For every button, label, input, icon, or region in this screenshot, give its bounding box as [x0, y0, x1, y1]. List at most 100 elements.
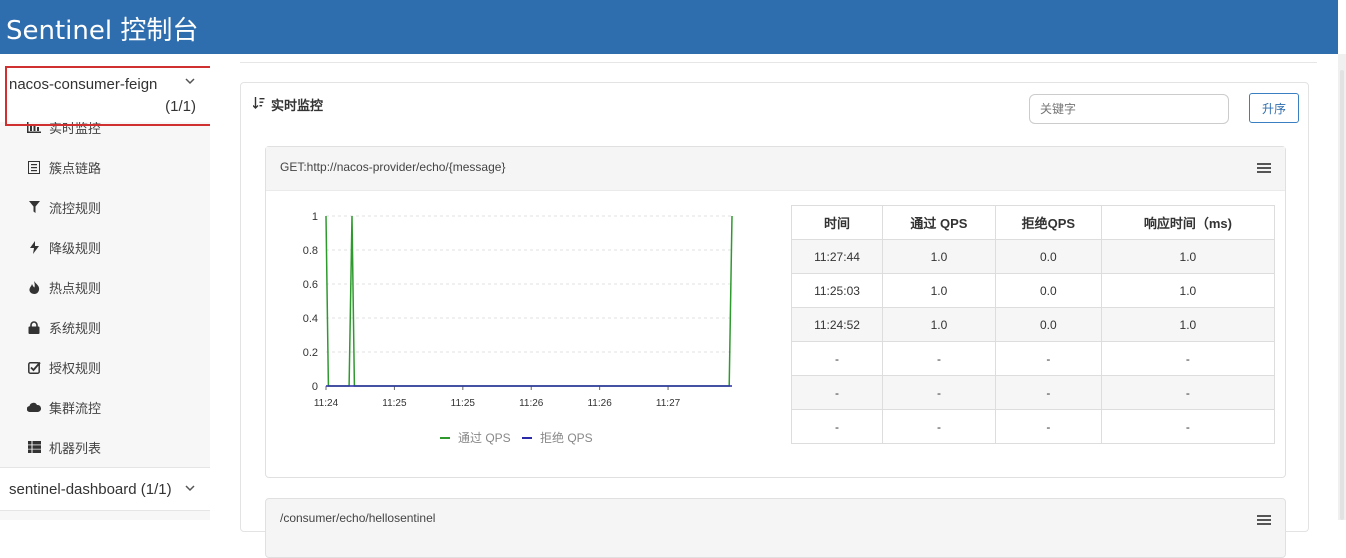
chart-svg: 0 0.2 0.4 0.6 0.8 1 11:24 11:25 11:25 11:26 11:26 1…: [303, 211, 733, 445]
sidebar-item-label: 系统规则: [49, 320, 102, 336]
flash-icon: [26, 239, 42, 255]
sidebar: 实时监控 簇点链路 流控规则 降级规则 热点规则 系统规则 授权规则 集群流控 …: [0, 54, 235, 520]
th-list-icon: [26, 439, 42, 455]
x-tick-label: 11:26: [587, 398, 612, 409]
table-row: 11:24:52 1.0 0.0 1.0: [790, 307, 1276, 342]
legend-label: 通过 QPS: [458, 431, 511, 445]
table-cell: 0.0: [994, 307, 1102, 342]
x-tick-label: 11:26: [519, 398, 544, 409]
sidebar-item-cluster-point-link[interactable]: 簇点链路: [0, 147, 210, 187]
sidebar-item-machine-list[interactable]: 机器列表: [0, 427, 210, 467]
x-tick-label: 11:25: [382, 398, 407, 409]
selection-highlight-box: [5, 66, 235, 126]
table-cell: 11:24:52: [790, 307, 884, 342]
sidebar-item-label: 授权规则: [49, 360, 102, 376]
table-cell: -: [1100, 409, 1276, 444]
table-cell: -: [790, 409, 884, 444]
sidebar-item-label: 集群流控: [49, 400, 102, 416]
keyword-search-input[interactable]: [1029, 94, 1229, 124]
panel-title-text: 实时监控: [271, 98, 324, 113]
panel-title: 实时监控: [252, 95, 324, 114]
table-row: - - - -: [790, 409, 1276, 444]
table-row: - - - -: [790, 375, 1276, 410]
table-cell: -: [790, 375, 884, 410]
app-selector-sentinel-dashboard[interactable]: sentinel-dashboard (1/1): [0, 467, 210, 511]
top-navbar: Sentinel 控制台: [0, 0, 1338, 54]
sidebar-item-label: 热点规则: [49, 280, 102, 296]
table-row: 11:25:03 1.0 0.0 1.0: [790, 273, 1276, 308]
sidebar-item-authority-rules[interactable]: 授权规则: [0, 347, 210, 387]
resource-name: GET:http://nacos-provider/echo/{message}: [280, 160, 506, 174]
y-tick-label: 0.4: [303, 313, 318, 325]
column-header: 通过 QPS: [882, 205, 996, 240]
table-cell: 1.0: [1100, 239, 1276, 274]
x-tick-label: 11:25: [451, 398, 476, 409]
cloud-icon: [26, 399, 42, 415]
table-cell: 1.0: [882, 273, 996, 308]
table-cell: -: [994, 375, 1102, 410]
sidebar-item-system-rules[interactable]: 系统规则: [0, 307, 210, 347]
sidebar-item-label: 降级规则: [49, 240, 102, 256]
qps-line-chart: 0 0.2 0.4 0.6 0.8 1 11:24 11:25 11:25 11:26 11:26 1…: [280, 202, 750, 462]
table-cell: 1.0: [882, 239, 996, 274]
table-cell: -: [790, 341, 884, 376]
window-corner: [1338, 0, 1346, 54]
y-tick-label: 0.6: [303, 279, 318, 291]
sort-order-button[interactable]: 升序: [1249, 93, 1299, 123]
y-tick-label: 0: [312, 381, 318, 393]
y-tick-label: 0.2: [303, 347, 318, 359]
app-menu: 实时监控 簇点链路 流控规则 降级规则 热点规则 系统规则 授权规则 集群流控 …: [0, 107, 210, 467]
table-header-row: 时间 通过 QPS 拒绝QPS 响应时间（ms): [790, 205, 1276, 240]
table-cell: -: [882, 341, 996, 376]
sidebar-item-label: 流控规则: [49, 200, 102, 216]
table-row: - - - -: [790, 341, 1276, 376]
check-square-icon: [26, 359, 42, 375]
resource-card-header: GET:http://nacos-provider/echo/{message}: [266, 147, 1285, 191]
app-name: sentinel-dashboard (1/1): [9, 481, 172, 498]
table-cell: 1.0: [1100, 273, 1276, 308]
table-row: 11:27:44 1.0 0.0 1.0: [790, 239, 1276, 274]
y-tick-label: 0.8: [303, 245, 318, 257]
fire-icon: [26, 279, 42, 295]
resource-card: /consumer/echo/hellosentinel: [265, 498, 1286, 558]
lock-icon: [26, 319, 42, 335]
chevron-down-icon[interactable]: [185, 481, 195, 495]
y-tick-label: 1: [312, 211, 318, 223]
table-cell: -: [882, 375, 996, 410]
sidebar-item-hotspot-rules[interactable]: 热点规则: [0, 267, 210, 307]
page-scrollbar[interactable]: [1338, 54, 1346, 520]
table-cell: 11:27:44: [790, 239, 884, 274]
resource-card: GET:http://nacos-provider/echo/{message}…: [265, 146, 1286, 478]
column-header: 时间: [790, 205, 884, 240]
sidebar-item-cluster-flow[interactable]: 集群流控: [0, 387, 210, 427]
table-cell: -: [882, 409, 996, 444]
table-cell: 1.0: [1100, 307, 1276, 342]
divider: [240, 62, 1317, 63]
table-cell: -: [1100, 341, 1276, 376]
realtime-monitor-panel: 实时监控 升序 GET:http://nacos-provider/echo/{…: [240, 82, 1309, 558]
table-cell: -: [994, 341, 1102, 376]
table-cell: -: [994, 409, 1102, 444]
column-header: 响应时间（ms): [1100, 205, 1276, 240]
scrollbar-thumb[interactable]: [1340, 70, 1344, 520]
sidebar-item-label: 簇点链路: [49, 160, 102, 176]
table-cell: 1.0: [882, 307, 996, 342]
app-title: Sentinel 控制台: [6, 16, 199, 46]
x-tick-label: 11:24: [314, 398, 339, 409]
hamburger-menu-icon[interactable]: [1257, 515, 1271, 527]
main-content: 实时监控 升序 GET:http://nacos-provider/echo/{…: [210, 54, 1338, 558]
resource-name: /consumer/echo/hellosentinel: [280, 511, 436, 525]
table-cell: 0.0: [994, 273, 1102, 308]
legend-label: 拒绝 QPS: [540, 430, 593, 445]
sidebar-item-label: 机器列表: [49, 440, 102, 456]
qps-stats-table: 时间 通过 QPS 拒绝QPS 响应时间（ms) 11:27:44 1.0 0.…: [790, 205, 1276, 444]
list-icon: [26, 159, 42, 175]
x-tick-label: 11:27: [656, 398, 681, 409]
table-cell: -: [1100, 375, 1276, 410]
hamburger-menu-icon[interactable]: [1257, 163, 1271, 175]
filter-icon: [26, 199, 42, 215]
sidebar-item-degrade-rules[interactable]: 降级规则: [0, 227, 210, 267]
sidebar-item-flow-rules[interactable]: 流控规则: [0, 187, 210, 227]
column-header: 拒绝QPS: [994, 205, 1102, 240]
sort-amount-icon: [252, 97, 265, 112]
